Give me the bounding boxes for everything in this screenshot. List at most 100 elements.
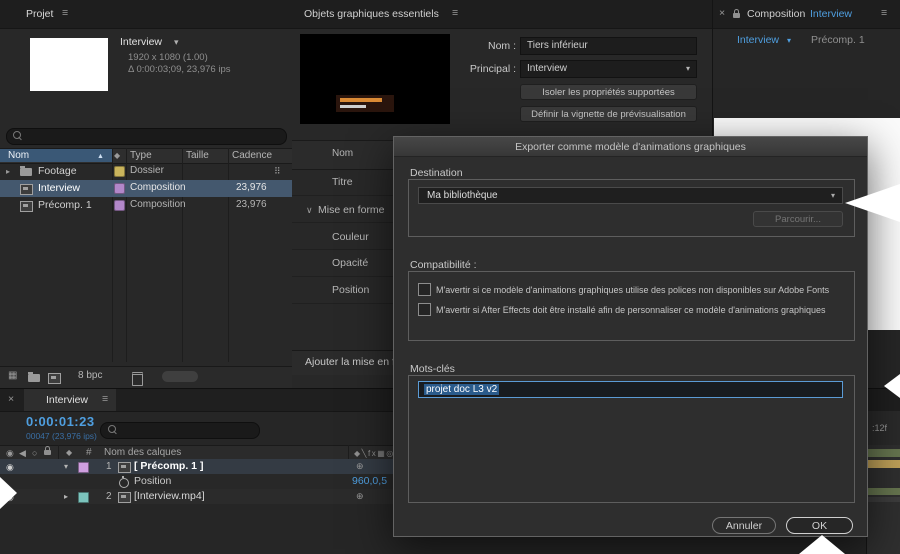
layer-name-column[interactable]: Nom des calques bbox=[104, 447, 181, 459]
new-folder-icon[interactable] bbox=[28, 372, 40, 382]
lock-icon[interactable] bbox=[44, 446, 51, 455]
project-thumbnail bbox=[30, 38, 108, 91]
layer-switch-icon[interactable]: ⊕ bbox=[356, 460, 364, 472]
column-header-cadence[interactable]: Cadence bbox=[232, 150, 272, 162]
ok-button[interactable]: OK bbox=[786, 517, 853, 534]
template-name-input[interactable]: Tiers inférieur bbox=[520, 37, 697, 55]
label-chip[interactable] bbox=[114, 166, 125, 177]
layer-number-column[interactable]: # bbox=[86, 447, 92, 459]
new-composition-icon[interactable] bbox=[48, 373, 61, 384]
layer-duration-bar[interactable] bbox=[866, 460, 900, 468]
set-poster-frame-button[interactable]: Définir la vignette de prévisualisation bbox=[520, 106, 697, 122]
sort-ascending-icon: ▲ bbox=[97, 153, 104, 160]
add-formatting-button[interactable]: Ajouter la mise en f bbox=[305, 356, 395, 368]
panel-menu-icon[interactable]: ≡ bbox=[881, 7, 887, 19]
column-divider bbox=[58, 445, 59, 459]
tab-projet[interactable]: Projet bbox=[26, 8, 53, 20]
row-type: Composition bbox=[130, 199, 186, 210]
caret-down-icon[interactable]: ▾ bbox=[787, 35, 791, 47]
expander-icon[interactable]: ▾ bbox=[64, 461, 68, 473]
layer-color-swatch[interactable] bbox=[78, 492, 89, 503]
chevron-down-icon: ▾ bbox=[685, 64, 690, 73]
label-column-icon[interactable]: ◆ bbox=[66, 447, 72, 459]
label-chip[interactable] bbox=[114, 183, 125, 194]
stopwatch-icon[interactable] bbox=[119, 476, 129, 488]
library-icon[interactable]: ▦ bbox=[8, 370, 17, 382]
composition-panel-header bbox=[713, 0, 900, 29]
row-cadence: 23,976 bbox=[236, 199, 267, 210]
preview-subtitle-bar bbox=[340, 105, 366, 108]
layer-duration-bar[interactable] bbox=[866, 449, 900, 457]
panel-menu-icon[interactable]: ≡ bbox=[452, 7, 458, 19]
column-header-type[interactable]: Type bbox=[130, 150, 152, 162]
dialog-title: Exporter comme modèle d'animations graph… bbox=[515, 141, 746, 153]
project-item-dimensions: 1920 x 1080 (1.00) bbox=[128, 52, 208, 63]
search-icon bbox=[13, 131, 21, 139]
property-name[interactable]: Position bbox=[134, 475, 171, 487]
project-item-name[interactable]: Interview bbox=[120, 36, 162, 48]
layer-number: 2 bbox=[106, 491, 112, 502]
viewer-tab-interview[interactable]: Interview bbox=[737, 34, 779, 46]
close-icon[interactable]: × bbox=[719, 7, 725, 19]
row-name[interactable]: Interview bbox=[38, 182, 80, 194]
property-row[interactable] bbox=[0, 474, 394, 489]
tab-essential-graphics[interactable]: Objets graphiques essentiels bbox=[304, 8, 439, 20]
destination-dropdown[interactable]: Ma bibliothèque ▾ bbox=[418, 187, 843, 204]
panel-menu-icon[interactable]: ≡ bbox=[102, 393, 108, 405]
label-column-icon[interactable]: ◆ bbox=[114, 150, 120, 162]
layer-duration-bar[interactable] bbox=[866, 488, 900, 495]
caret-down-icon[interactable]: ▾ bbox=[174, 36, 179, 48]
compatibility-label: Compatibilité : bbox=[410, 259, 477, 271]
layer-name[interactable]: [Interview.mp4] bbox=[134, 490, 205, 502]
timeline-tab-label[interactable]: Interview bbox=[46, 394, 88, 406]
position-value[interactable]: 960,0,5 bbox=[352, 475, 387, 487]
property-label: Mise en forme bbox=[318, 204, 385, 216]
network-icon: ⠿ bbox=[274, 166, 281, 176]
isolate-properties-button[interactable]: Isoler les propriétés supportées bbox=[520, 84, 697, 100]
checkbox-warn-fonts-label: M'avertir si ce modèle d'animations grap… bbox=[436, 285, 830, 295]
expander-icon[interactable]: ▸ bbox=[6, 166, 10, 178]
project-panel: Projet ≡ Interview ▾ 1920 x 1080 (1.00) … bbox=[0, 0, 293, 388]
label-chip[interactable] bbox=[114, 200, 125, 211]
row-cadence: 23,976 bbox=[236, 182, 267, 193]
property-label: Opacité bbox=[332, 257, 369, 269]
checkbox-warn-installed[interactable] bbox=[418, 303, 431, 316]
close-icon[interactable]: × bbox=[8, 393, 14, 405]
checkbox-warn-fonts[interactable] bbox=[418, 283, 431, 296]
browse-button[interactable]: Parcourir... bbox=[753, 211, 843, 227]
after-effects-window: Projet ≡ Interview ▾ 1920 x 1080 (1.00) … bbox=[0, 0, 900, 554]
layer-duration-bar[interactable] bbox=[866, 497, 900, 502]
composition-icon bbox=[20, 201, 33, 212]
composition-icon bbox=[118, 462, 131, 473]
eye-icon[interactable]: ◉ bbox=[6, 447, 14, 459]
column-header-taille[interactable]: Taille bbox=[186, 150, 209, 162]
eye-icon[interactable]: ◉ bbox=[6, 461, 14, 473]
viewer-tab-precomp[interactable]: Précomp. 1 bbox=[811, 34, 865, 46]
keywords-input[interactable]: projet doc L3 v2 bbox=[418, 381, 843, 398]
timeline-search-input[interactable] bbox=[100, 422, 260, 439]
row-name[interactable]: Footage bbox=[38, 165, 77, 177]
solo-icon[interactable]: ○ bbox=[32, 447, 37, 459]
layer-color-swatch[interactable] bbox=[78, 462, 89, 473]
template-preview bbox=[300, 34, 450, 124]
nom-label: Nom : bbox=[487, 40, 516, 52]
audio-icon[interactable]: ◀ bbox=[19, 447, 26, 459]
project-search-input[interactable] bbox=[6, 128, 287, 145]
panel-menu-icon[interactable]: ≡ bbox=[62, 7, 68, 19]
lock-icon[interactable] bbox=[733, 9, 740, 18]
bit-depth-button[interactable]: 8 bpc bbox=[78, 370, 102, 382]
layer-name[interactable]: [ Précomp. 1 ] bbox=[134, 460, 203, 472]
composition-title-name[interactable]: Interview bbox=[810, 8, 852, 20]
cancel-button[interactable]: Annuler bbox=[712, 517, 776, 534]
dialog-title-bar[interactable]: Exporter comme modèle d'animations graph… bbox=[394, 137, 867, 157]
chevron-down-icon: ▾ bbox=[830, 191, 835, 200]
ruler-label: :12f bbox=[872, 423, 888, 433]
row-name[interactable]: Précomp. 1 bbox=[38, 199, 92, 211]
layer-switch-icon[interactable]: ⊕ bbox=[356, 490, 364, 502]
delete-icon[interactable] bbox=[132, 372, 143, 386]
chevron-down-icon[interactable]: ∨ bbox=[306, 204, 313, 216]
row-type: Composition bbox=[130, 182, 186, 193]
principal-dropdown[interactable]: Interview ▾ bbox=[520, 60, 697, 78]
expander-icon[interactable]: ▸ bbox=[64, 491, 68, 503]
current-time-display[interactable]: 0:00:01:23 bbox=[26, 414, 95, 429]
